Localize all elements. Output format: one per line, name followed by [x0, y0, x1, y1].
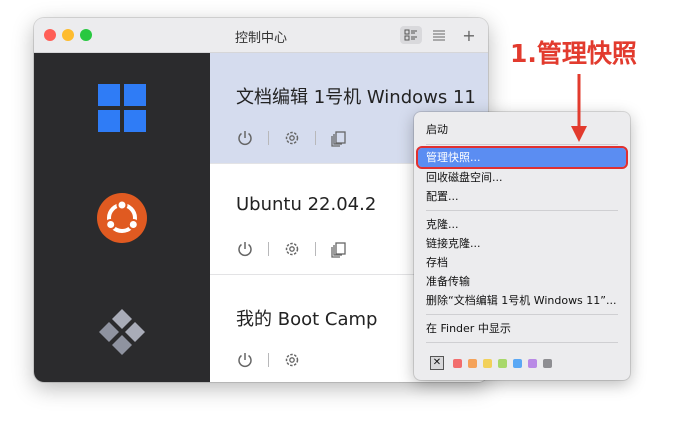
settings-button[interactable] — [281, 127, 303, 149]
menu-item-manage-snapshots[interactable]: 管理快照... — [416, 146, 628, 169]
grid-view-button[interactable] — [400, 26, 422, 44]
power-icon — [238, 242, 252, 257]
annotation-arrow-icon — [571, 74, 587, 142]
menu-item-delete[interactable]: 删除“文档编辑 1号机 Windows 11”... — [418, 291, 626, 310]
tag-purple[interactable] — [528, 358, 537, 368]
settings-button[interactable] — [281, 349, 303, 371]
power-button[interactable] — [234, 238, 256, 260]
bootcamp-logo-icon[interactable] — [94, 303, 150, 359]
vm-name: Ubuntu 22.04.2 — [236, 194, 377, 215]
power-button[interactable] — [234, 127, 256, 149]
menu-item-archive[interactable]: 存档 — [418, 253, 626, 272]
vm-context-menu: 启动 管理快照... 回收磁盘空间... 配置... 克隆... 链接克隆...… — [414, 112, 630, 380]
settings-button[interactable] — [281, 238, 303, 260]
snapshots-button[interactable] — [328, 238, 350, 260]
tag-orange[interactable] — [468, 358, 477, 368]
menu-item-linked-clone[interactable]: 链接克隆... — [418, 234, 626, 253]
tag-gray[interactable] — [543, 358, 552, 368]
menu-item-reclaim-disk-space[interactable]: 回收磁盘空间... — [418, 168, 626, 187]
ubuntu-logo-icon[interactable] — [94, 190, 150, 246]
list-view-icon — [433, 30, 445, 41]
windows-logo-icon[interactable] — [94, 80, 150, 136]
tag-blue[interactable] — [513, 358, 522, 368]
menu-item-clone[interactable]: 克隆... — [418, 215, 626, 234]
snapshots-button[interactable] — [328, 127, 350, 149]
menu-item-start[interactable]: 启动 — [418, 120, 626, 139]
vm-sidebar — [34, 53, 210, 382]
vm-name: 文档编辑 1号机 Windows 11 — [236, 87, 476, 108]
grid-view-icon — [404, 29, 417, 41]
menu-item-show-in-finder[interactable]: 在 Finder 中显示 — [418, 319, 626, 338]
menu-item-configure[interactable]: 配置... — [418, 187, 626, 206]
list-view-button[interactable] — [428, 26, 450, 44]
tag-yellow[interactable] — [483, 358, 492, 368]
power-icon — [238, 353, 252, 368]
power-button[interactable] — [234, 349, 256, 371]
title-bar: 控制中心 + — [34, 18, 488, 53]
add-vm-button[interactable]: + — [458, 26, 480, 45]
snapshots-icon — [331, 131, 346, 147]
gear-icon — [285, 353, 299, 367]
tag-none-button[interactable]: ✕ — [430, 356, 444, 370]
annotation-label: 1.管理快照 — [510, 39, 637, 68]
color-tags: ✕ — [430, 356, 558, 370]
gear-icon — [285, 131, 299, 145]
tag-red[interactable] — [453, 358, 462, 368]
gear-icon — [285, 242, 299, 256]
menu-item-prepare-transfer[interactable]: 准备传输 — [418, 272, 626, 291]
snapshots-icon — [331, 242, 346, 258]
power-icon — [238, 131, 252, 146]
vm-name: 我的 Boot Camp — [236, 309, 378, 330]
tag-green[interactable] — [498, 358, 507, 368]
